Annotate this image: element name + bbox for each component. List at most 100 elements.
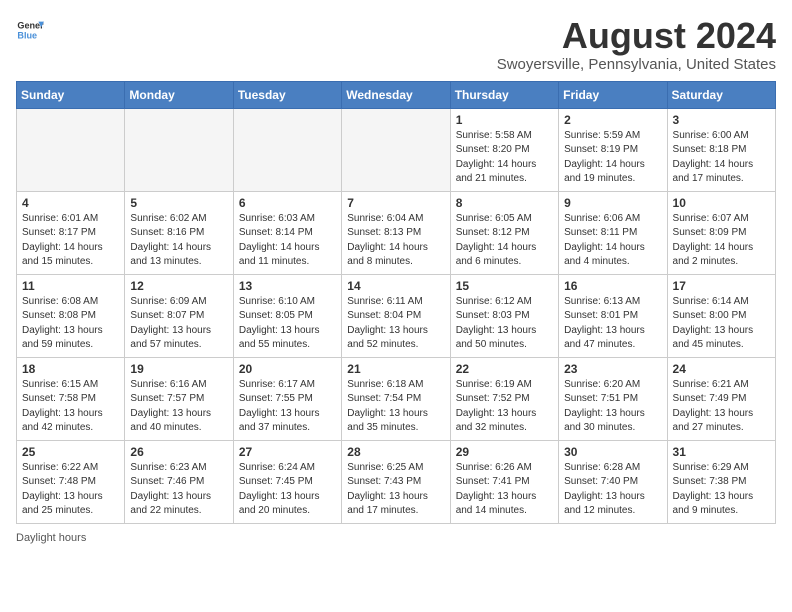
month-year-title: August 2024 — [497, 16, 776, 56]
day-number: 2 — [564, 113, 661, 127]
table-row: 11Sunrise: 6:08 AM Sunset: 8:08 PM Dayli… — [17, 274, 125, 357]
day-number: 5 — [130, 196, 227, 210]
day-info: Sunrise: 6:28 AM Sunset: 7:40 PM Dayligh… — [564, 461, 661, 519]
day-info: Sunrise: 6:07 AM Sunset: 8:09 PM Dayligh… — [673, 212, 770, 270]
day-info: Sunrise: 6:17 AM Sunset: 7:55 PM Dayligh… — [239, 378, 336, 436]
table-row: 7Sunrise: 6:04 AM Sunset: 8:13 PM Daylig… — [342, 191, 450, 274]
day-info: Sunrise: 6:03 AM Sunset: 8:14 PM Dayligh… — [239, 212, 336, 270]
day-info: Sunrise: 6:12 AM Sunset: 8:03 PM Dayligh… — [456, 295, 553, 353]
table-row — [17, 108, 125, 191]
day-number: 29 — [456, 445, 553, 459]
table-row: 28Sunrise: 6:25 AM Sunset: 7:43 PM Dayli… — [342, 440, 450, 523]
day-info: Sunrise: 6:19 AM Sunset: 7:52 PM Dayligh… — [456, 378, 553, 436]
day-info: Sunrise: 6:18 AM Sunset: 7:54 PM Dayligh… — [347, 378, 444, 436]
day-info: Sunrise: 6:11 AM Sunset: 8:04 PM Dayligh… — [347, 295, 444, 353]
logo: General Blue — [16, 16, 44, 44]
day-info: Sunrise: 5:58 AM Sunset: 8:20 PM Dayligh… — [456, 129, 553, 187]
day-number: 22 — [456, 362, 553, 376]
day-number: 26 — [130, 445, 227, 459]
day-number: 24 — [673, 362, 770, 376]
day-number: 21 — [347, 362, 444, 376]
day-number: 27 — [239, 445, 336, 459]
calendar-week-row: 25 Sunrise: 6:22 AM Sunset: 7:48 PM Dayli… — [17, 440, 776, 523]
day-info: Sunrise: 6:05 AM Sunset: 8:12 PM Dayligh… — [456, 212, 553, 270]
day-number: 8 — [456, 196, 553, 210]
day-number: 17 — [673, 279, 770, 293]
day-number: 7 — [347, 196, 444, 210]
table-row: 23 Sunrise: 6:20 AM Sunset: 7:51 PM Dayli… — [559, 357, 667, 440]
day-info: Sunrise: 6:21 AM Sunset: 7:49 PM Dayligh… — [673, 378, 770, 436]
day-number: 12 — [130, 279, 227, 293]
day-info: Sunrise: 6:20 AM Sunset: 7:51 PM Dayligh… — [564, 378, 661, 436]
col-tuesday: Tuesday — [233, 81, 341, 108]
day-info: Sunrise: 6:08 AM Sunset: 8:08 PM Dayligh… — [22, 295, 119, 353]
table-row: 17 Sunrise: 6:14 AM Sunset: 8:00 PM Dayli… — [667, 274, 775, 357]
footer-note: Daylight hours — [16, 532, 776, 544]
day-info: Sunrise: 6:14 AM Sunset: 8:00 PM Dayligh… — [673, 295, 770, 353]
day-info: Sunrise: 6:01 AM Sunset: 8:17 PM Dayligh… — [22, 212, 119, 270]
calendar-week-row: 1 Sunrise: 5:58 AM Sunset: 8:20 PM Daylig… — [17, 108, 776, 191]
col-thursday: Thursday — [450, 81, 558, 108]
day-number: 13 — [239, 279, 336, 293]
table-row: 26Sunrise: 6:23 AM Sunset: 7:46 PM Dayli… — [125, 440, 233, 523]
calendar-week-row: 4Sunrise: 6:01 AM Sunset: 8:17 PM Daylig… — [17, 191, 776, 274]
table-row: 2 Sunrise: 5:59 AM Sunset: 8:19 PM Daylig… — [559, 108, 667, 191]
table-row: 31 Sunrise: 6:29 AM Sunset: 7:38 PM Dayli… — [667, 440, 775, 523]
table-row: 5 Sunrise: 6:02 AM Sunset: 8:16 PM Daylig… — [125, 191, 233, 274]
day-number: 16 — [564, 279, 661, 293]
calendar-table: Sunday Monday Tuesday Wednesday Thursday… — [16, 81, 776, 524]
day-info: Sunrise: 6:22 AM Sunset: 7:48 PM Dayligh… — [22, 461, 119, 519]
table-row: 1 Sunrise: 5:58 AM Sunset: 8:20 PM Daylig… — [450, 108, 558, 191]
table-row: 16 Sunrise: 6:13 AM Sunset: 8:01 PM Dayli… — [559, 274, 667, 357]
table-row: 3 Sunrise: 6:00 AM Sunset: 8:18 PM Daylig… — [667, 108, 775, 191]
day-info: Sunrise: 6:15 AM Sunset: 7:58 PM Dayligh… — [22, 378, 119, 436]
day-number: 25 — [22, 445, 119, 459]
title-block: August 2024 Swoyersville, Pennsylvania, … — [497, 16, 776, 73]
day-number: 14 — [347, 279, 444, 293]
table-row: 9Sunrise: 6:06 AM Sunset: 8:11 PM Daylig… — [559, 191, 667, 274]
day-info: Sunrise: 6:29 AM Sunset: 7:38 PM Dayligh… — [673, 461, 770, 519]
day-number: 20 — [239, 362, 336, 376]
table-row: 14 Sunrise: 6:11 AM Sunset: 8:04 PM Dayli… — [342, 274, 450, 357]
table-row — [125, 108, 233, 191]
table-row — [342, 108, 450, 191]
table-row: 27 Sunrise: 6:24 AM Sunset: 7:45 PM Dayli… — [233, 440, 341, 523]
calendar-week-row: 18 Sunrise: 6:15 AM Sunset: 7:58 PM Dayli… — [17, 357, 776, 440]
table-row: 20 Sunrise: 6:17 AM Sunset: 7:55 PM Dayli… — [233, 357, 341, 440]
day-info: Sunrise: 6:24 AM Sunset: 7:45 PM Dayligh… — [239, 461, 336, 519]
col-wednesday: Wednesday — [342, 81, 450, 108]
col-monday: Monday — [125, 81, 233, 108]
day-number: 3 — [673, 113, 770, 127]
table-row — [233, 108, 341, 191]
day-number: 10 — [673, 196, 770, 210]
day-info: Sunrise: 6:06 AM Sunset: 8:11 PM Dayligh… — [564, 212, 661, 270]
day-number: 6 — [239, 196, 336, 210]
day-info: Sunrise: 6:00 AM Sunset: 8:18 PM Dayligh… — [673, 129, 770, 187]
col-friday: Friday — [559, 81, 667, 108]
location-subtitle: Swoyersville, Pennsylvania, United State… — [497, 56, 776, 73]
day-number: 1 — [456, 113, 553, 127]
table-row: 29 Sunrise: 6:26 AM Sunset: 7:41 PM Dayli… — [450, 440, 558, 523]
svg-text:Blue: Blue — [17, 30, 37, 40]
day-number: 19 — [130, 362, 227, 376]
page-header: General Blue August 2024 Swoyersville, P… — [16, 16, 776, 73]
day-number: 18 — [22, 362, 119, 376]
day-info: Sunrise: 5:59 AM Sunset: 8:19 PM Dayligh… — [564, 129, 661, 187]
day-number: 30 — [564, 445, 661, 459]
table-row: 21 Sunrise: 6:18 AM Sunset: 7:54 PM Dayli… — [342, 357, 450, 440]
day-number: 31 — [673, 445, 770, 459]
table-row: 13Sunrise: 6:10 AM Sunset: 8:05 PM Dayli… — [233, 274, 341, 357]
table-row: 30 Sunrise: 6:28 AM Sunset: 7:40 PM Dayli… — [559, 440, 667, 523]
table-row: 18 Sunrise: 6:15 AM Sunset: 7:58 PM Dayli… — [17, 357, 125, 440]
day-number: 23 — [564, 362, 661, 376]
day-info: Sunrise: 6:02 AM Sunset: 8:16 PM Dayligh… — [130, 212, 227, 270]
day-info: Sunrise: 6:09 AM Sunset: 8:07 PM Dayligh… — [130, 295, 227, 353]
calendar-header-row: Sunday Monday Tuesday Wednesday Thursday… — [17, 81, 776, 108]
day-info: Sunrise: 6:13 AM Sunset: 8:01 PM Dayligh… — [564, 295, 661, 353]
logo-icon: General Blue — [16, 16, 44, 44]
table-row: 22 Sunrise: 6:19 AM Sunset: 7:52 PM Dayli… — [450, 357, 558, 440]
col-sunday: Sunday — [17, 81, 125, 108]
day-info: Sunrise: 6:16 AM Sunset: 7:57 PM Dayligh… — [130, 378, 227, 436]
day-info: Sunrise: 6:26 AM Sunset: 7:41 PM Dayligh… — [456, 461, 553, 519]
table-row: 15Sunrise: 6:12 AM Sunset: 8:03 PM Dayli… — [450, 274, 558, 357]
